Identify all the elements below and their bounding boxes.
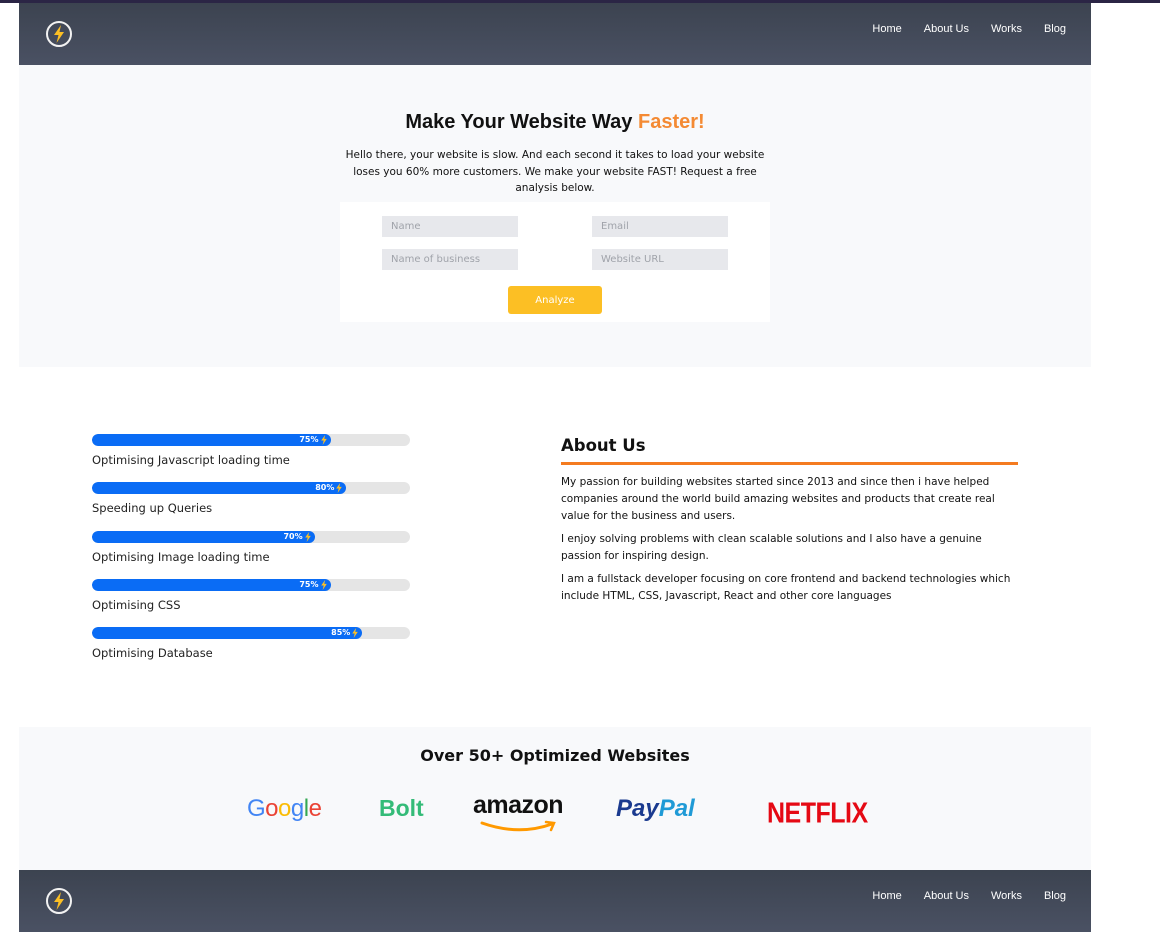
lightning-bolt-icon	[320, 580, 327, 590]
about-divider	[561, 462, 1018, 465]
lightning-bolt-icon	[352, 628, 359, 638]
top-navbar: Home About Us Works Blog	[19, 3, 1091, 65]
progress-percent: 75%	[299, 580, 319, 589]
footer-blog-link[interactable]: Blog	[1044, 890, 1066, 902]
analysis-form: Analyze	[340, 202, 770, 322]
nav-about-link[interactable]: About Us	[924, 23, 969, 35]
clients-section: Over 50+ Optimized Websites Google Bolt …	[19, 727, 1091, 870]
lightning-bolt-icon	[336, 483, 343, 493]
progress-percent: 75%	[299, 435, 319, 444]
progress-track: 75%	[92, 434, 410, 446]
skill-label: Speeding up Queries	[92, 501, 213, 515]
progress-percent: 85%	[331, 628, 351, 637]
progress-fill: 75%	[92, 579, 331, 591]
about-title: About Us	[561, 436, 646, 455]
lightning-bolt-icon[interactable]	[46, 21, 72, 47]
google-logo: Google	[247, 795, 322, 822]
analyze-button[interactable]: Analyze	[508, 286, 602, 314]
skill-item: 70% Optimising Image loading time	[92, 531, 410, 564]
about-paragraph: My passion for building websites started…	[561, 476, 995, 522]
progress-track: 75%	[92, 579, 410, 591]
hero-section: Make Your Website Way Faster! Hello ther…	[19, 65, 1091, 367]
skill-label: Optimising CSS	[92, 598, 181, 612]
progress-track: 85%	[92, 627, 410, 639]
business-name-input[interactable]	[382, 249, 518, 270]
footer-navbar: Home About Us Works Blog	[19, 870, 1091, 932]
hero-subtitle: Hello there, your website is slow. And e…	[345, 149, 765, 194]
progress-percent: 80%	[315, 483, 335, 492]
website-url-input[interactable]	[592, 249, 728, 270]
hero-title-accent: Faster!	[637, 111, 705, 133]
skill-item: 75% Optimising CSS	[92, 579, 410, 612]
about-paragraph: I am a fullstack developer focusing on c…	[561, 573, 1011, 602]
nav-home-link[interactable]: Home	[872, 23, 901, 35]
progress-fill: 75%	[92, 434, 331, 446]
about-paragraph: I enjoy solving problems with clean scal…	[561, 533, 982, 562]
skill-item: 85% Optimising Database	[92, 627, 410, 660]
progress-track: 80%	[92, 482, 410, 494]
nav-links: Home About Us Works Blog	[872, 23, 1066, 35]
progress-track: 70%	[92, 531, 410, 543]
hero-title-main: Make Your Website Way	[405, 111, 638, 133]
hero-title: Make Your Website Way Faster!	[19, 111, 1091, 134]
paypal-logo: PayPal	[616, 795, 695, 822]
about-section: 75% Optimising Javascript loading time 8…	[19, 367, 1091, 727]
skill-item: 75% Optimising Javascript loading time	[92, 434, 410, 467]
lightning-bolt-icon[interactable]	[46, 888, 72, 914]
skill-label: Optimising Javascript loading time	[92, 453, 290, 467]
clients-title: Over 50+ Optimized Websites	[420, 746, 690, 765]
footer-nav-links: Home About Us Works Blog	[872, 890, 1066, 902]
skill-item: 80% Speeding up Queries	[92, 482, 410, 515]
progress-fill: 80%	[92, 482, 347, 494]
nav-blog-link[interactable]: Blog	[1044, 23, 1066, 35]
footer-home-link[interactable]: Home	[872, 890, 901, 902]
bolt-logo: Bolt	[379, 795, 424, 821]
lightning-bolt-icon	[304, 532, 311, 542]
skill-label: Optimising Image loading time	[92, 550, 270, 564]
footer-about-link[interactable]: About Us	[924, 890, 969, 902]
netflix-logo: NETFLIX	[767, 797, 868, 830]
progress-fill: 70%	[92, 531, 315, 543]
amazon-logo: amazon	[473, 791, 564, 819]
name-input[interactable]	[382, 216, 518, 237]
progress-percent: 70%	[283, 532, 303, 541]
nav-works-link[interactable]: Works	[991, 23, 1022, 35]
progress-fill: 85%	[92, 627, 363, 639]
lightning-bolt-icon	[320, 435, 327, 445]
amazon-smile-icon	[480, 820, 556, 832]
skill-label: Optimising Database	[92, 646, 213, 660]
email-input[interactable]	[592, 216, 728, 237]
footer-works-link[interactable]: Works	[991, 890, 1022, 902]
